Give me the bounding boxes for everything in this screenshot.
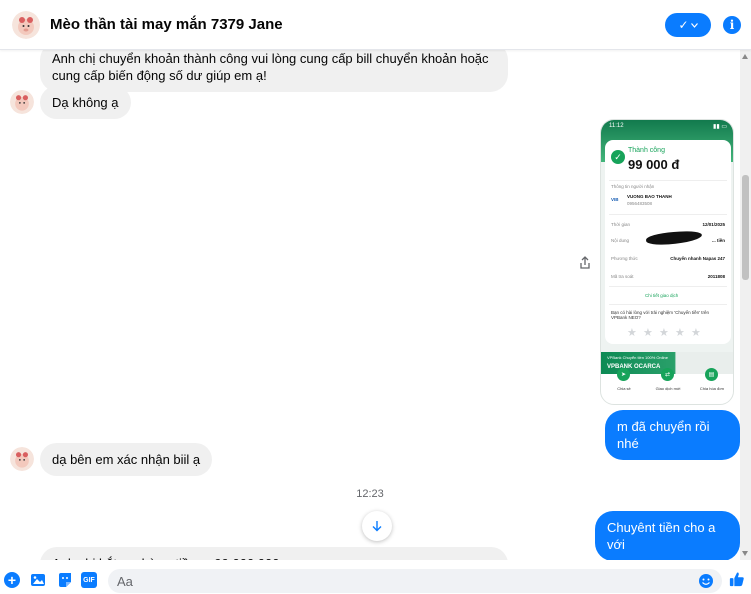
- content-label: Nội dung: [611, 238, 630, 243]
- avatar[interactable]: [10, 447, 34, 471]
- share-receipt-icon: ➤: [617, 368, 630, 381]
- image-icon[interactable]: [30, 572, 46, 588]
- divider: [609, 286, 727, 287]
- plus-circle-icon[interactable]: +: [4, 572, 20, 588]
- recipient-account: 0956483508: [627, 201, 653, 206]
- method-label: Phương thức: [611, 256, 638, 261]
- header-actions: ✓ i: [665, 13, 741, 37]
- conversation-header: Mèo thần tài may mắn 7379 Jane ✓ i: [0, 0, 751, 50]
- contact-avatar[interactable]: [12, 10, 40, 39]
- divider: [609, 214, 727, 215]
- time-label: Thời gian: [611, 222, 630, 227]
- receipt-time: 11:12: [609, 123, 624, 129]
- scroll-down-arrow[interactable]: [742, 551, 748, 556]
- message-composer: + GIF Aa: [0, 566, 751, 594]
- gif-icon[interactable]: GIF: [81, 572, 97, 588]
- receipt-actions: ➤ Chia sẻ ⇄ Giao dịch mới ▤ Chia hóa đơn: [601, 368, 733, 404]
- code-label: Mã tra soát: [611, 274, 634, 279]
- share-receipt-label: Chia sẻ: [617, 386, 631, 391]
- star-icon: ★: [643, 327, 653, 339]
- time-value: 12/01/2025: [702, 222, 725, 227]
- receipt-amount: 99 000 đ: [628, 157, 680, 172]
- sticker-icon[interactable]: [57, 572, 73, 588]
- chevron-down-icon: [690, 22, 698, 28]
- message-list[interactable]: Anh chị chuyển khoản thành công vui lòng…: [0, 50, 740, 560]
- star-icon: ★: [675, 327, 685, 339]
- content-value: ... tiền: [711, 238, 725, 243]
- star-icon: ★: [627, 327, 637, 339]
- banner-headline: VPBANK OCARCA: [607, 364, 661, 370]
- code-value: 2011808: [707, 274, 725, 279]
- scroll-to-bottom-button[interactable]: [362, 511, 392, 541]
- scrollbar[interactable]: [740, 50, 751, 560]
- details-link: Chi tiết giao dịch: [645, 293, 679, 298]
- checkmark-icon: ✓: [678, 18, 689, 32]
- banner-top-text: VPBank Chuyển tiền 100% Online: [607, 355, 668, 360]
- receipt-status: Thành công: [628, 147, 665, 154]
- success-check-icon: ✓: [611, 150, 625, 164]
- divider: [609, 304, 727, 305]
- survey-text: Bạn có hài lòng với trải nghiệm 'Chuyển …: [611, 310, 709, 320]
- message-incoming[interactable]: dạ bên em xác nhận biil ạ: [40, 443, 213, 476]
- scrollbar-thumb[interactable]: [742, 175, 749, 280]
- star-icon: ★: [691, 327, 701, 339]
- message-outgoing[interactable]: Chuyênt tiền cho a với: [595, 511, 740, 560]
- message-outgoing[interactable]: m đã chuyển rồi nhé: [605, 410, 740, 460]
- messenger-window: Mèo thần tài may mắn 7379 Jane ✓ i Anh c…: [0, 0, 751, 594]
- scroll-up-arrow[interactable]: [742, 54, 748, 59]
- recipient-label: Thông tin người nhận: [611, 184, 655, 189]
- bank-logo: VIB: [611, 197, 619, 202]
- message-input-placeholder: Aa: [117, 574, 133, 589]
- split-bill-icon: ▤: [705, 368, 718, 381]
- avatar[interactable]: [10, 90, 34, 114]
- method-value: Chuyển nhanh Napas 247: [670, 256, 725, 261]
- share-icon[interactable]: [578, 256, 592, 270]
- info-icon[interactable]: i: [723, 16, 741, 34]
- divider: [609, 180, 727, 181]
- new-transaction-icon: ⇄: [661, 368, 674, 381]
- recipient-name: VUONG BAO THANH: [627, 194, 672, 199]
- signal-icon: ▮▮ ▭: [713, 124, 727, 130]
- message-incoming[interactable]: Dạ không ạ: [40, 86, 131, 119]
- like-icon[interactable]: [729, 571, 745, 587]
- star-icon: ★: [659, 327, 669, 339]
- new-transaction-label: Giao dịch mới: [655, 386, 681, 391]
- split-bill-label: Chia hóa đơn: [699, 386, 725, 391]
- message-incoming-partial[interactable]: Anh chị bắt ... chờ ... tiền ... 99.000.…: [40, 547, 508, 560]
- conversation-title[interactable]: Mèo thần tài may mắn 7379 Jane: [50, 16, 283, 33]
- verify-button[interactable]: ✓: [665, 13, 711, 37]
- message-input[interactable]: Aa: [108, 569, 722, 593]
- arrow-down-icon: [372, 521, 382, 532]
- receipt-image[interactable]: 11:12 ▮▮ ▭ ✓ Thành công 99 000 đ Thông t…: [600, 119, 734, 405]
- timestamp: 12:23: [356, 488, 384, 500]
- emoji-icon[interactable]: [698, 573, 714, 589]
